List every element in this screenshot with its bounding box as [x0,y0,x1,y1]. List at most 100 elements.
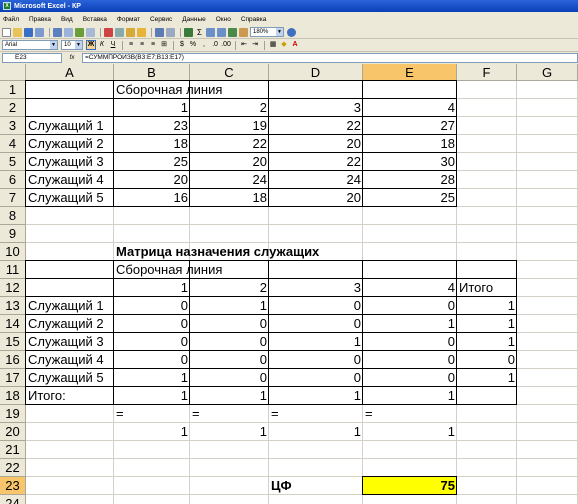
row-header-16[interactable]: 16 [0,351,26,369]
cell-c13[interactable]: 1 [190,297,269,315]
cell-b2[interactable]: 1 [114,99,190,117]
cell-a7[interactable]: Служащий 5 [26,189,114,207]
menu-data[interactable]: Данные [182,16,205,23]
chart-wizard-icon[interactable] [228,27,237,37]
cell-e23[interactable]: 75 [363,477,457,495]
cell-e2[interactable]: 4 [363,99,457,117]
cell-f13[interactable]: 1 [457,297,517,315]
menu-format[interactable]: Формат [117,16,140,23]
new-icon[interactable] [2,27,11,37]
cell-f14[interactable]: 1 [457,315,517,333]
research-icon[interactable] [86,27,95,37]
cell-b1[interactable]: Сборочная линия [114,81,224,99]
row-header-8[interactable]: 8 [0,207,26,225]
row-header-11[interactable]: 11 [0,261,26,279]
cell-b11[interactable]: Сборочная линия [114,261,224,279]
autosum-icon[interactable]: Σ [195,28,204,37]
row-header-9[interactable]: 9 [0,225,26,243]
cell-d17[interactable]: 0 [269,369,363,387]
font-name-select[interactable]: Arial ▼ [2,40,58,50]
format-painter-icon[interactable] [137,27,146,37]
cell-b15[interactable]: 0 [114,333,190,351]
cell-c17[interactable]: 0 [190,369,269,387]
cell-c14[interactable]: 0 [190,315,269,333]
print-icon[interactable] [53,27,62,37]
cell-d20[interactable]: 1 [269,423,363,441]
cell-b13[interactable]: 0 [114,297,190,315]
row-header-22[interactable]: 22 [0,459,26,477]
cell-d2[interactable]: 3 [269,99,363,117]
row-header-2[interactable]: 2 [0,99,26,117]
cell-c18[interactable]: 1 [190,387,269,405]
increase-indent-icon[interactable]: ⇥ [250,40,260,50]
hyperlink-icon[interactable] [184,27,193,37]
cell-d7[interactable]: 20 [269,189,363,207]
cell-a13[interactable]: Служащий 1 [26,297,114,315]
cell-f17[interactable]: 1 [457,369,517,387]
cell-a3[interactable]: Служащий 1 [26,117,114,135]
borders-icon[interactable]: ▦ [268,40,278,50]
cell-e3[interactable]: 27 [363,117,457,135]
row-header-20[interactable]: 20 [0,423,26,441]
cell-d16[interactable]: 0 [269,351,363,369]
cell-e16[interactable]: 0 [363,351,457,369]
redo-icon[interactable] [166,27,175,37]
chevron-down-icon[interactable]: ▼ [276,28,283,36]
cell-c3[interactable]: 19 [190,117,269,135]
column-header-e[interactable]: E [363,64,457,81]
cell-a5[interactable]: Служащий 3 [26,153,114,171]
cell-e13[interactable]: 0 [363,297,457,315]
row-header-3[interactable]: 3 [0,117,26,135]
print-preview-icon[interactable] [64,27,73,37]
cell-e6[interactable]: 28 [363,171,457,189]
cell-b5[interactable]: 25 [114,153,190,171]
cell-c16[interactable]: 0 [190,351,269,369]
paste-icon[interactable] [126,27,135,37]
column-header-d[interactable]: D [269,64,363,81]
cell-a15[interactable]: Служащий 3 [26,333,114,351]
cell-c12[interactable]: 2 [190,279,269,297]
cell-c4[interactable]: 22 [190,135,269,153]
help-icon[interactable] [287,27,296,37]
cell-e12[interactable]: 4 [363,279,457,297]
cell-b7[interactable]: 16 [114,189,190,207]
row-header-12[interactable]: 12 [0,279,26,297]
cell-b14[interactable]: 0 [114,315,190,333]
select-all-corner[interactable] [0,64,26,81]
cell-d19[interactable]: = [269,405,363,423]
row-header-19[interactable]: 19 [0,405,26,423]
cell-e17[interactable]: 0 [363,369,457,387]
copy-icon[interactable] [115,27,124,37]
cell-c20[interactable]: 1 [190,423,269,441]
fx-icon[interactable]: fx [62,55,82,61]
sort-descending-icon[interactable] [217,27,226,37]
cell-b19[interactable]: = [114,405,190,423]
row-header-1[interactable]: 1 [0,81,26,99]
name-box[interactable]: E23 [2,53,62,63]
cell-d23[interactable]: ЦФ [269,477,363,495]
row-header-10[interactable]: 10 [0,243,26,261]
row-header-18[interactable]: 18 [0,387,26,405]
cell-a16[interactable]: Служащий 4 [26,351,114,369]
chevron-down-icon[interactable]: ▼ [75,41,82,49]
decrease-decimal-icon[interactable]: .00 [221,40,231,50]
cell-b18[interactable]: 1 [114,387,190,405]
cell-e7[interactable]: 25 [363,189,457,207]
cell-b4[interactable]: 18 [114,135,190,153]
row-header-7[interactable]: 7 [0,189,26,207]
bold-icon[interactable]: Ж [86,40,96,50]
cell-d13[interactable]: 0 [269,297,363,315]
font-size-select[interactable]: 10 ▼ [61,40,83,50]
cell-c5[interactable]: 20 [190,153,269,171]
menu-window[interactable]: Окно [216,16,231,23]
cell-c6[interactable]: 24 [190,171,269,189]
cell-f15[interactable]: 1 [457,333,517,351]
menu-view[interactable]: Вид [61,16,73,23]
column-header-b[interactable]: B [114,64,190,81]
cell-e19[interactable]: = [363,405,457,423]
chevron-down-icon[interactable]: ▼ [50,41,57,49]
cell-d12[interactable]: 3 [269,279,363,297]
cell-c19[interactable]: = [190,405,269,423]
column-header-f[interactable]: F [457,64,517,81]
column-header-c[interactable]: C [190,64,269,81]
